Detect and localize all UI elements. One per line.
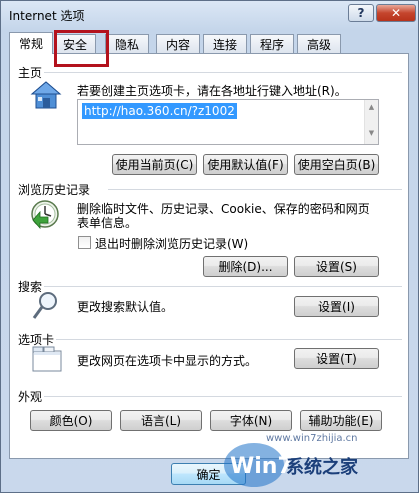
home-instruction: 若要创建主页选项卡，请在各地址行键入地址(R)。 [77, 84, 347, 98]
section-divider [56, 339, 402, 340]
delete-on-exit-label: 退出时删除浏览历史记录(W) [95, 237, 249, 251]
tab-security[interactable]: 安全 [54, 34, 96, 53]
magnifier-icon [32, 290, 60, 325]
use-blank-button[interactable]: 使用空白页(B) [294, 154, 379, 175]
tab-privacy[interactable]: 隐私 [105, 34, 149, 53]
window-title: Internet 选项 [9, 9, 85, 23]
section-divider [44, 396, 402, 397]
history-description-line2: 表单信息。 [77, 216, 138, 230]
tab-label: 连接 [212, 37, 237, 52]
tab-content[interactable]: 内容 [156, 34, 200, 53]
section-divider [108, 189, 402, 190]
tabs-icon [32, 346, 62, 375]
tab-programs[interactable]: 程序 [250, 34, 294, 53]
section-divider [44, 286, 402, 287]
search-settings-button[interactable]: 设置(I) [294, 296, 379, 317]
accessibility-button[interactable]: 辅助功能(E) [300, 410, 382, 431]
history-settings-button[interactable]: 设置(S) [294, 256, 379, 277]
tabs-description: 更改网页在选项卡中显示的方式。 [77, 354, 258, 368]
tab-label: 常规 [18, 37, 43, 51]
close-icon: ✕ [390, 6, 402, 20]
ok-button[interactable]: 确定 [171, 463, 246, 485]
appearance-heading: 外观 [18, 390, 43, 404]
url-scrollbar[interactable]: ▲ ▼ [364, 100, 378, 144]
colors-button[interactable]: 颜色(O) [30, 410, 112, 431]
home-url-textarea[interactable]: http://hao.360.cn/?z1002 ▲ ▼ [77, 99, 379, 145]
delete-history-button[interactable]: 删除(D)... [203, 256, 288, 277]
tab-connections[interactable]: 连接 [203, 34, 247, 53]
tab-advanced[interactable]: 高级 [297, 34, 341, 53]
watermark-text2: 系统之家 [286, 456, 359, 478]
use-default-button[interactable]: 使用默认值(F) [203, 154, 288, 175]
section-divider [44, 72, 402, 73]
tab-label: 高级 [306, 37, 331, 52]
tab-label: 隐私 [114, 37, 139, 52]
internet-options-dialog: Internet 选项 ? ✕ 常规 安全 隐私 内容 连接 程序 高级 主页 … [0, 0, 419, 493]
home-url-value: http://hao.360.cn/?z1002 [82, 103, 237, 119]
history-icon [30, 198, 62, 233]
tab-general[interactable]: 常规 [9, 32, 53, 54]
history-heading: 浏览历史记录 [18, 183, 91, 197]
delete-on-exit-checkbox[interactable] [78, 236, 91, 249]
scroll-down-icon: ▼ [368, 129, 375, 137]
use-current-button[interactable]: 使用当前页(C) [112, 154, 197, 175]
tab-label: 安全 [62, 37, 87, 52]
languages-button[interactable]: 语言(L) [120, 410, 202, 431]
tab-label: 程序 [259, 37, 284, 52]
home-page-heading: 主页 [18, 66, 43, 80]
help-button[interactable]: ? [348, 4, 374, 22]
fonts-button[interactable]: 字体(N) [210, 410, 292, 431]
close-button[interactable]: ✕ [376, 4, 416, 22]
title-bar[interactable]: Internet 选项 ? ✕ [1, 1, 418, 29]
scroll-up-icon: ▲ [368, 103, 375, 111]
general-tab-panel: 主页 若要创建主页选项卡，请在各地址行键入地址(R)。 http://hao.3… [9, 53, 409, 459]
search-description: 更改搜索默认值。 [77, 300, 174, 314]
home-icon [30, 80, 62, 113]
help-icon: ? [357, 6, 365, 20]
tabs-settings-button[interactable]: 设置(T) [294, 348, 379, 369]
tab-label: 内容 [165, 37, 190, 52]
